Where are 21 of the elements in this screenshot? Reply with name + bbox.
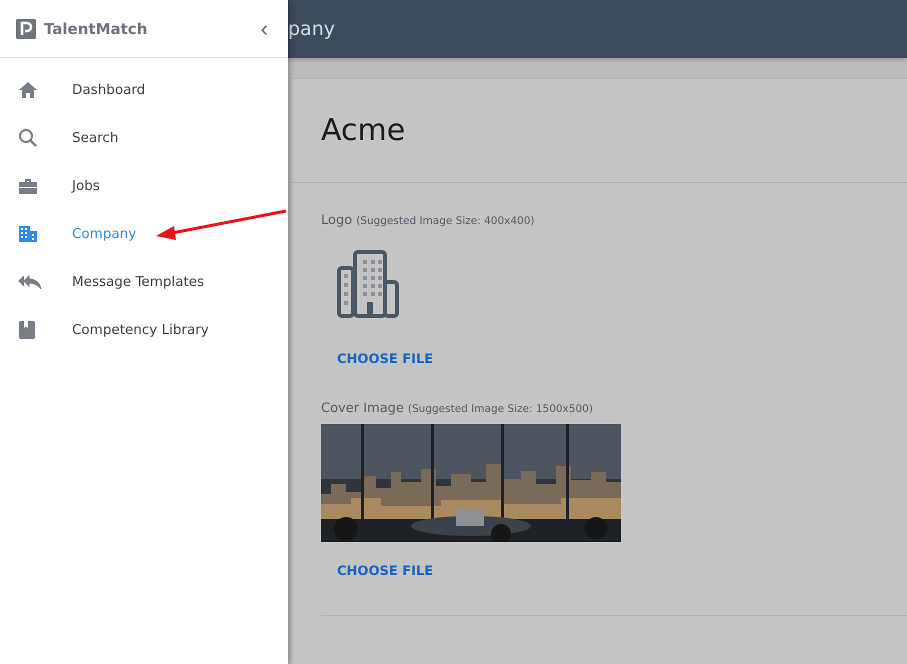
page-title: pany <box>288 18 335 40</box>
field-label: Logo <box>321 213 352 228</box>
field-label: Cover Image <box>321 401 404 416</box>
brand-name: TalentMatch <box>44 20 148 38</box>
book-icon <box>18 320 36 340</box>
reply-all-icon <box>18 274 42 290</box>
logo-icon <box>16 18 36 38</box>
size-hint: (Suggested Image Size: 1500x500) <box>408 403 593 415</box>
search-icon <box>18 128 38 148</box>
nav-item[interactable]: Jobs <box>0 162 288 210</box>
nav-item[interactable]: Competency Library <box>0 306 288 354</box>
collapse-button[interactable]: ‹ <box>256 16 272 42</box>
building-icon <box>337 250 401 318</box>
company-name: Acme <box>321 113 406 148</box>
nav-item[interactable]: Search <box>0 114 288 162</box>
briefcase-icon <box>18 177 38 195</box>
nav-item[interactable]: Dashboard <box>0 66 288 114</box>
home-icon <box>18 81 38 99</box>
size-hint: (Suggested Image Size: 400x400) <box>356 215 534 227</box>
nav-item[interactable]: Message Templates <box>0 258 288 306</box>
building-icon <box>18 225 38 243</box>
